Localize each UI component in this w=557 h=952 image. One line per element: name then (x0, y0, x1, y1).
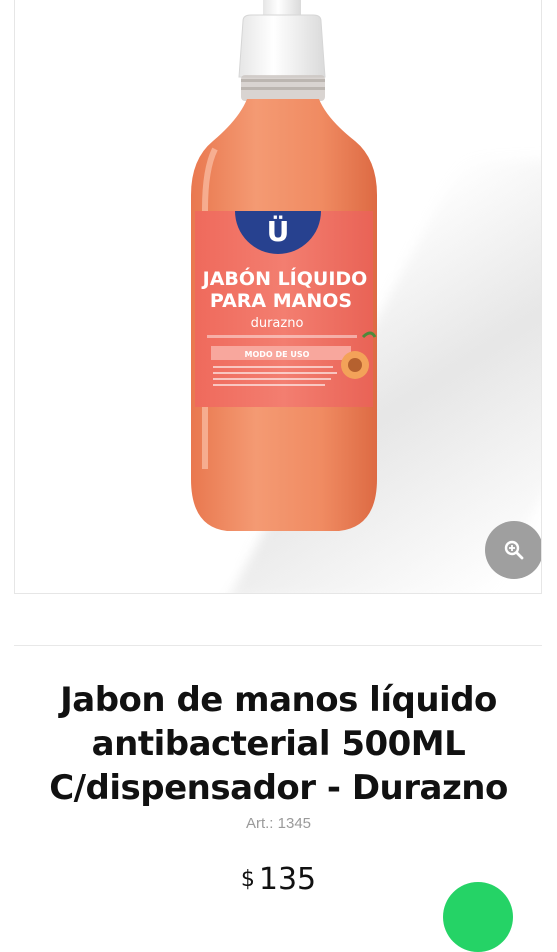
svg-text:Ü: Ü (267, 214, 290, 248)
whatsapp-button[interactable] (443, 882, 513, 952)
price-currency: $ (240, 867, 255, 892)
svg-text:durazno: durazno (251, 316, 304, 331)
product-image-frame[interactable]: Ü JABÓN LÍQUIDO PARA MANOS durazno MODO … (14, 0, 542, 594)
price-amount: 135 (258, 862, 317, 897)
product-sku: Art.: 1345 (245, 815, 312, 832)
zoom-button[interactable] (485, 521, 541, 579)
svg-text:MODO DE USO: MODO DE USO (245, 350, 310, 359)
section-divider (14, 645, 542, 646)
svg-text:PARA MANOS: PARA MANOS (210, 290, 352, 312)
product-title: Jabon de manos líquido antibacterial 500… (49, 680, 508, 808)
svg-text:JABÓN LÍQUIDO: JABÓN LÍQUIDO (201, 266, 368, 290)
product-image: Ü JABÓN LÍQUIDO PARA MANOS durazno MODO … (191, 0, 377, 531)
zoom-in-icon (504, 540, 524, 560)
